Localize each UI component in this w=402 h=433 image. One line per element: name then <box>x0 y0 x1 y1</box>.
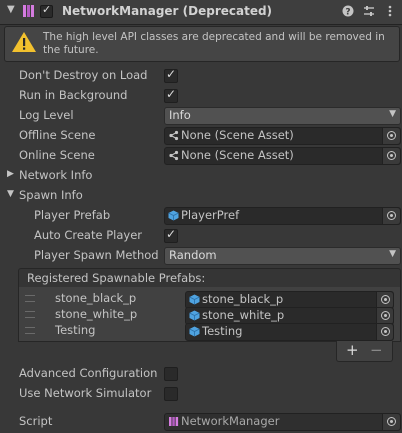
target-icon <box>387 211 396 220</box>
script-field[interactable]: NetworkManager <box>164 413 401 431</box>
list-item-name: stone_black_p <box>55 291 137 305</box>
player-prefab-label: Player Prefab <box>34 208 111 222</box>
component-title: NetworkManager (Deprecated) <box>62 4 273 18</box>
list-item[interactable]: stone_black_p stone_black_p <box>19 290 400 309</box>
expanded-arrow-icon: ▼ <box>7 189 14 199</box>
network-simulator-row: Use Network Simulator <box>0 384 402 404</box>
fold-arrow-icon[interactable]: ▼ <box>7 4 15 15</box>
offline-scene-value: None (Scene Asset) <box>181 128 294 142</box>
dont-destroy-row: Don't Destroy on Load ✓ <box>0 66 402 86</box>
network-manager-icon <box>169 417 179 426</box>
chevron-down-icon: ▼ <box>389 249 396 259</box>
network-info-foldout[interactable]: ▶ Network Info <box>0 166 402 186</box>
chevron-down-icon: ▼ <box>389 109 396 119</box>
script-label: Script <box>19 414 53 428</box>
run-background-row: Run in Background ✓ <box>0 86 402 106</box>
prefab-icon <box>189 310 200 321</box>
drag-handle-icon[interactable] <box>25 327 35 334</box>
spawn-method-value: Random <box>169 248 217 262</box>
collapsed-arrow-icon: ▶ <box>7 169 14 179</box>
network-info-label: Network Info <box>19 168 93 182</box>
log-level-value: Info <box>169 108 191 122</box>
list-item-name: stone_white_p <box>55 307 138 321</box>
offline-scene-row: Offline Scene None (Scene Asset) <box>0 126 402 146</box>
online-scene-field[interactable]: None (Scene Asset) <box>164 147 401 165</box>
log-level-label: Log Level <box>19 108 74 122</box>
list-item[interactable]: Testing Testing <box>19 322 400 341</box>
object-picker-button[interactable] <box>382 148 400 164</box>
warning-text: The high level API classes are deprecate… <box>43 31 385 56</box>
scene-asset-icon <box>169 150 179 161</box>
auto-create-checkbox[interactable]: ✓ <box>164 227 178 243</box>
list-item-value: Testing <box>202 324 243 338</box>
drag-handle-icon[interactable] <box>25 311 35 318</box>
dont-destroy-label: Don't Destroy on Load <box>19 68 148 82</box>
online-scene-value: None (Scene Asset) <box>181 148 294 162</box>
object-picker-button[interactable] <box>376 324 393 340</box>
object-picker-button[interactable] <box>382 208 400 224</box>
dont-destroy-checkbox[interactable]: ✓ <box>164 67 178 83</box>
log-level-dropdown[interactable]: Info ▼ <box>164 107 401 125</box>
remove-item-button[interactable]: − <box>370 341 383 359</box>
spawn-method-label: Player Spawn Method <box>34 248 159 262</box>
prefab-icon <box>189 294 200 305</box>
log-level-row: Log Level Info ▼ <box>0 106 402 126</box>
object-picker-button[interactable] <box>382 128 400 144</box>
object-picker-button[interactable] <box>382 414 400 430</box>
target-icon <box>387 151 396 160</box>
add-item-button[interactable]: + <box>346 341 359 359</box>
prefab-icon <box>168 210 179 221</box>
list-item-value: stone_white_p <box>202 308 285 322</box>
prefab-icon <box>189 326 200 337</box>
target-icon <box>381 311 390 320</box>
run-background-label: Run in Background <box>19 88 128 102</box>
player-prefab-field[interactable]: PlayerPref <box>164 207 401 225</box>
list-item-value: stone_black_p <box>202 292 284 306</box>
spawnable-list-header: Registered Spawnable Prefabs: <box>18 268 401 289</box>
offline-scene-label: Offline Scene <box>19 128 96 142</box>
more-icon[interactable] <box>384 5 396 17</box>
network-simulator-label: Use Network Simulator <box>19 386 152 400</box>
advanced-config-row: Advanced Configuration <box>0 364 402 384</box>
online-scene-label: Online Scene <box>19 148 95 162</box>
spawn-info-label: Spawn Info <box>19 188 83 202</box>
network-simulator-checkbox[interactable] <box>164 387 178 401</box>
spawn-method-dropdown[interactable]: Random ▼ <box>164 247 401 265</box>
component-header[interactable]: ▼ ✓ NetworkManager (Deprecated) ? <box>0 0 402 25</box>
target-icon <box>387 131 396 140</box>
network-manager-icon <box>23 5 34 17</box>
player-prefab-value: PlayerPref <box>181 208 240 222</box>
list-footer: + − <box>336 341 393 362</box>
target-icon <box>381 327 390 336</box>
warning-icon <box>12 32 36 52</box>
online-scene-row: Online Scene None (Scene Asset) <box>0 146 402 166</box>
target-icon <box>381 295 390 304</box>
script-row: Script NetworkManager <box>0 412 402 432</box>
run-background-checkbox[interactable]: ✓ <box>164 87 178 103</box>
list-item[interactable]: stone_white_p stone_white_p <box>19 306 400 325</box>
list-item-field[interactable]: Testing <box>185 323 394 341</box>
presets-icon[interactable] <box>363 5 375 17</box>
spawnable-list: stone_black_p stone_black_p stone_white_… <box>18 287 401 342</box>
deprecation-warning: The high level API classes are deprecate… <box>4 26 400 62</box>
spawnable-list-title: Registered Spawnable Prefabs: <box>27 271 206 285</box>
component-enabled-checkbox[interactable]: ✓ <box>40 3 53 18</box>
help-icon[interactable]: ? <box>342 5 354 17</box>
drag-handle-icon[interactable] <box>25 295 35 302</box>
player-prefab-row: Player Prefab PlayerPref <box>0 206 402 226</box>
list-item-name: Testing <box>55 323 96 337</box>
auto-create-label: Auto Create Player <box>34 228 143 242</box>
spawn-method-row: Player Spawn Method Random ▼ <box>0 246 402 266</box>
advanced-config-checkbox[interactable] <box>164 367 178 381</box>
script-value: NetworkManager <box>181 414 280 428</box>
advanced-config-label: Advanced Configuration <box>19 366 158 380</box>
target-icon <box>387 417 396 426</box>
svg-text:?: ? <box>345 8 350 18</box>
spawn-info-foldout[interactable]: ▼ Spawn Info <box>0 186 402 206</box>
offline-scene-field[interactable]: None (Scene Asset) <box>164 127 401 145</box>
auto-create-row: Auto Create Player ✓ <box>0 226 402 246</box>
scene-asset-icon <box>169 130 179 141</box>
